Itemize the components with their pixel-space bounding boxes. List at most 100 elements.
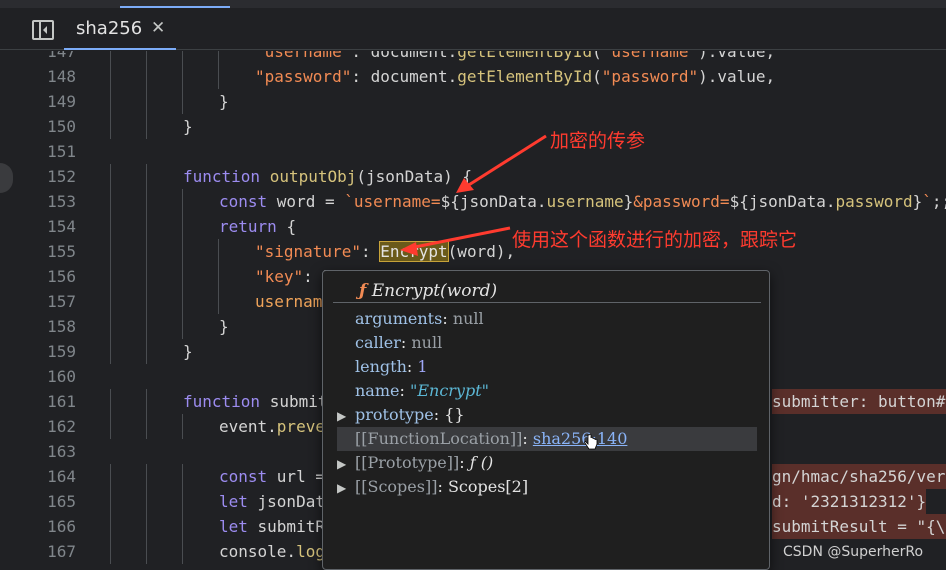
popover-divider [333,302,761,303]
code-token: username [546,192,624,211]
indent-guide [218,264,219,289]
tab-label: sha256 [76,18,143,39]
code-token: "signature" [255,242,361,261]
line-number[interactable]: 150 [28,114,76,139]
line-number[interactable]: 161 [28,389,76,414]
indent-guide [110,314,111,339]
close-icon[interactable]: ✕ [151,18,165,38]
code-token: "username" [601,51,699,61]
code-token: &password= [633,192,730,211]
line-number[interactable]: 165 [28,489,76,514]
property-row[interactable]: ▶ [[Prototype]]: ƒ () [337,451,757,475]
indent-guide [110,164,111,189]
code-text: function outputObj(jsonData) { [183,164,472,189]
indent-guide [182,464,183,489]
toggle-navigator-icon[interactable] [32,20,54,40]
code-line[interactable]: 147 "username": document.getElementById("… [0,51,946,64]
line-number[interactable]: 162 [28,414,76,439]
line-number[interactable]: 158 [28,314,76,339]
code-token: username [255,292,333,311]
code-token: let [219,492,258,511]
indent-guide [110,414,111,439]
line-number[interactable]: 149 [28,89,76,114]
line-number[interactable]: 156 [28,264,76,289]
code-line[interactable]: 149} [0,89,946,114]
watermark: CSDN @SuperherRo [783,544,924,560]
line-number[interactable]: 159 [28,339,76,364]
line-number[interactable]: 147 [28,51,76,64]
expand-triangle-icon[interactable]: ▶ [337,452,355,476]
property-row: name: "Encrypt" [337,379,757,403]
indent-guide [182,514,183,539]
code-token: } [219,92,229,111]
inline-value-preview: gn/hmac/sha256/veri [772,464,946,489]
property-separator: : [522,429,533,448]
property-row[interactable]: [[FunctionLocation]]: sha256:140 [337,427,757,451]
code-text: const word = `username= ${jsonData. userna… [219,189,946,214]
code-token: log [296,542,325,561]
expand-triangle-icon[interactable]: ▶ [337,404,355,428]
indent-guide [218,289,219,314]
code-token: function [183,392,270,411]
code-token: event. [219,417,277,436]
line-number[interactable]: 153 [28,189,76,214]
function-preview-popover[interactable]: ƒ Encrypt(word) arguments: null caller: n… [322,270,770,570]
line-number[interactable]: 160 [28,364,76,389]
line-number[interactable]: 157 [28,289,76,314]
indent-guide [182,189,183,214]
popover-title: ƒ Encrypt(word) [359,281,497,301]
code-token: : [360,242,381,261]
property-row: caller: null [337,331,757,355]
line-number[interactable]: 163 [28,439,76,464]
property-value: "Encrypt" [409,381,489,400]
code-line[interactable]: 148 "password": document.getElementById("… [0,64,946,89]
indent-guide [110,289,111,314]
code-token: password [835,192,913,211]
code-token: : document. [351,67,458,86]
indent-guide [218,239,219,264]
function-location-link[interactable]: sha256:140 [533,429,628,448]
annotation-params: 加密的传参 [550,130,646,152]
line-number[interactable]: 148 [28,64,76,89]
expand-triangle-icon[interactable]: ▶ [337,476,355,500]
line-number[interactable]: 154 [28,214,76,239]
indent-guide [146,464,147,489]
code-token: const [219,192,277,211]
code-token: const [219,467,277,486]
indent-guide [146,489,147,514]
indent-guide [182,264,183,289]
code-token: } [912,192,923,211]
property-row[interactable]: ▶ [[Scopes]]: Scopes[2] [337,475,757,499]
code-text: return { [219,214,296,239]
property-separator: : [442,309,453,328]
property-separator: : [406,357,418,376]
code-token: ).value, [698,67,776,86]
indent-guide [182,51,183,64]
code-token: `username= [344,192,441,211]
property-separator: : [400,333,412,352]
property-key: length [355,357,407,376]
indent-guide [146,314,147,339]
code-token: let [219,517,258,536]
property-row[interactable]: ▶ prototype: {} [337,403,757,427]
line-number[interactable]: 151 [28,139,76,164]
arrow-annotation-1 [456,134,547,193]
code-text: } [183,114,193,139]
code-token: getElementById [457,51,593,61]
indent-guide [182,539,183,564]
line-number[interactable]: 166 [28,514,76,539]
line-number[interactable]: 164 [28,464,76,489]
line-number[interactable]: 167 [28,539,76,564]
line-number[interactable]: 152 [28,164,76,189]
inline-value-preview: submitResult = "{\n [772,514,946,539]
line-number[interactable]: 155 [28,239,76,264]
indent-guide [146,189,147,214]
indent-guide [110,189,111,214]
tab-sha256[interactable]: sha256 ✕ [64,8,176,50]
code-text: } [219,314,229,339]
indent-guide [146,539,147,564]
hand-cursor-icon [584,434,598,450]
code-text: } [183,339,193,364]
indent-guide [218,51,219,64]
code-token: : document. [351,51,458,61]
